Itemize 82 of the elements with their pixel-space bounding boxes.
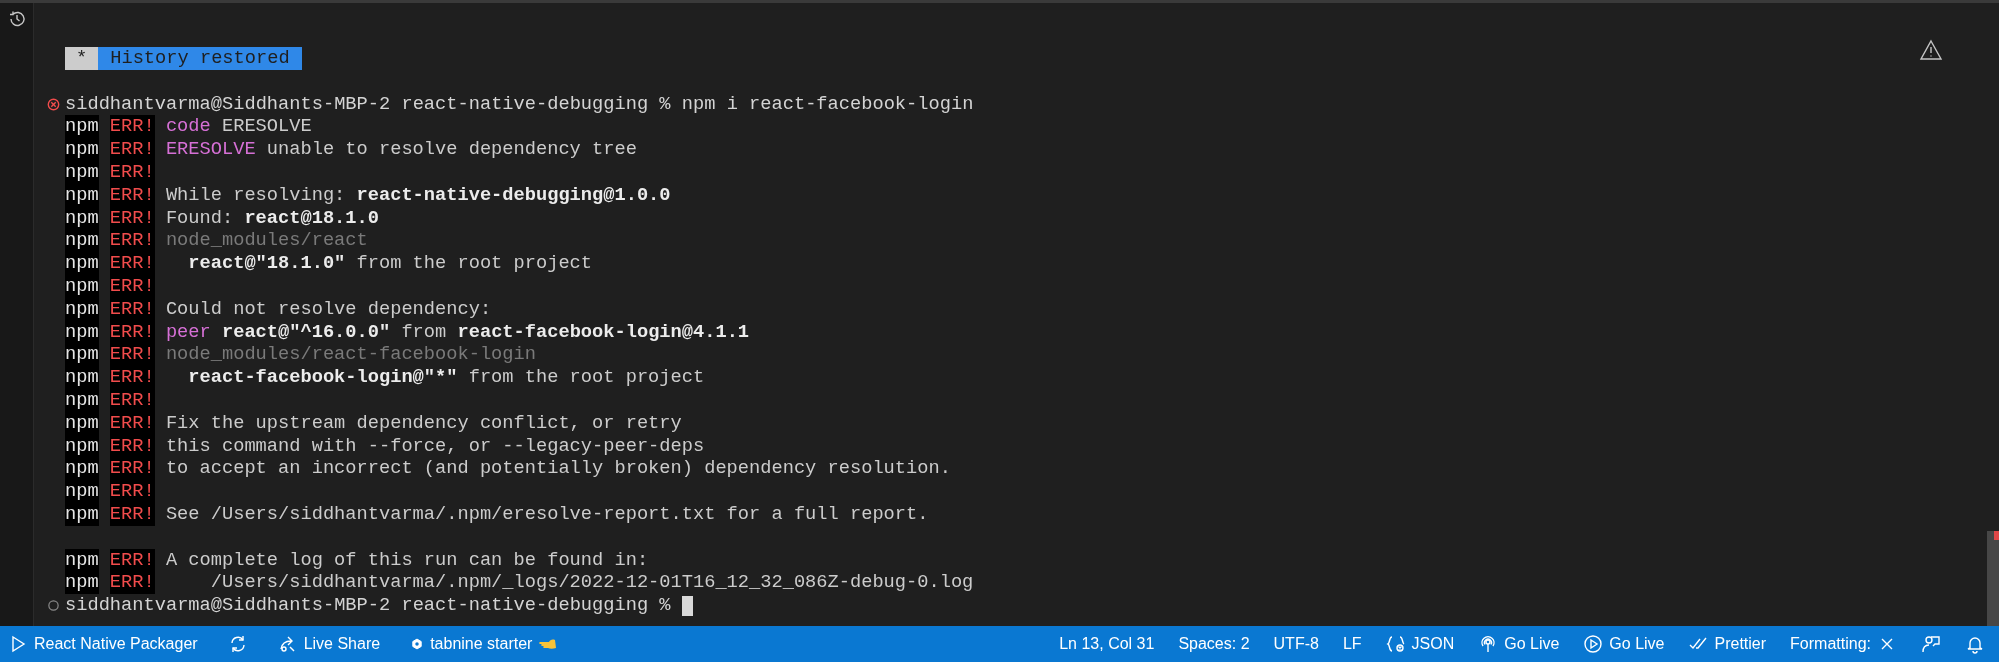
log-message: peer react@"^16.0.0" from react-facebook-login@4.1.1 bbox=[165, 320, 750, 344]
npm-label: npm bbox=[65, 343, 99, 367]
log-message: react-facebook-login@"*" from the root project bbox=[187, 366, 705, 389]
error-label: ERR! bbox=[109, 161, 155, 184]
npm-label: npm bbox=[65, 548, 99, 572]
error-label: ERR! bbox=[109, 434, 155, 458]
npm-label: npm bbox=[65, 274, 99, 298]
log-message: While resolving: react-native-debugging@1.0.0 bbox=[165, 183, 671, 207]
error-label: ERR! bbox=[109, 320, 155, 344]
command-prompt: siddhantvarma@Siddhants-MBP-2 react-native-debugging % bbox=[65, 594, 672, 617]
warning-icon[interactable] bbox=[1919, 39, 1943, 61]
npm-label: npm bbox=[65, 571, 99, 595]
log-message: Found: react@18.1.0 bbox=[165, 206, 379, 230]
error-label: ERR! bbox=[109, 480, 155, 503]
circle-icon bbox=[47, 599, 60, 613]
npm-label: npm bbox=[65, 297, 99, 321]
error-label: ERR! bbox=[109, 457, 155, 481]
npm-label: npm bbox=[65, 411, 99, 435]
log-message: A complete log of this run can be found in: bbox=[165, 548, 649, 572]
error-label: ERR! bbox=[109, 388, 155, 412]
error-icon bbox=[47, 97, 60, 111]
error-label: ERR! bbox=[109, 274, 155, 298]
log-message: to accept an incorrect (and potentially broken) dependency resolution. bbox=[165, 457, 951, 481]
npm-label: npm bbox=[65, 457, 99, 481]
error-label: ERR! bbox=[109, 138, 155, 161]
status-item[interactable]: Prettier bbox=[1684, 626, 1771, 662]
error-label: ERR! bbox=[109, 571, 155, 595]
hexagon-icon bbox=[410, 637, 425, 651]
status-item[interactable]: Formatting: bbox=[1786, 626, 1901, 662]
npm-label: npm bbox=[65, 320, 99, 344]
error-label: ERR! bbox=[109, 297, 155, 321]
npm-label: npm bbox=[65, 366, 99, 389]
error-label: ERR! bbox=[109, 343, 155, 367]
npm-label: npm bbox=[65, 229, 99, 253]
log-message: See /Users/siddhantvarma/.npm/eresolve-report.txt for a full report. bbox=[165, 502, 929, 526]
error-label: ERR! bbox=[109, 206, 155, 230]
npm-label: npm bbox=[65, 206, 99, 230]
npm-label: npm bbox=[65, 183, 99, 207]
status-item[interactable]: UTF-8 bbox=[1269, 626, 1323, 662]
log-message: this command with --force, or --legacy-peer-deps bbox=[165, 434, 705, 458]
error-marker bbox=[1994, 531, 1999, 540]
npm-label: npm bbox=[65, 252, 99, 275]
status-item[interactable]: Go Live bbox=[1474, 626, 1564, 662]
history-banner: History restored bbox=[98, 47, 302, 70]
error-label: ERR! bbox=[109, 411, 155, 435]
error-label: ERR! bbox=[109, 252, 155, 275]
npm-label: npm bbox=[65, 115, 99, 139]
log-message: Fix the upstream dependency conflict, or retry bbox=[165, 411, 682, 435]
bell-icon bbox=[1965, 634, 1985, 654]
status-item[interactable]: Ln 13, Col 31 bbox=[1055, 626, 1159, 662]
npm-label: npm bbox=[65, 138, 99, 161]
error-label: ERR! bbox=[109, 366, 155, 389]
play-circle-icon bbox=[1583, 634, 1604, 654]
error-label: ERR! bbox=[109, 229, 155, 253]
scrollbar-thumb[interactable] bbox=[1987, 531, 1999, 626]
status-item[interactable]: Go Live bbox=[1579, 626, 1669, 662]
log-message: /Users/siddhantvarma/.npm/_logs/2022-12-01T16_12_32_086Z-debug-0.log bbox=[209, 571, 974, 595]
braces-icon bbox=[1385, 634, 1406, 654]
status-item[interactable]: React Native Packager bbox=[4, 626, 202, 662]
npm-label: npm bbox=[65, 161, 99, 184]
error-label: ERR! bbox=[109, 115, 155, 139]
log-message: code ERESOLVE bbox=[165, 115, 312, 139]
npm-label: npm bbox=[65, 434, 99, 458]
npm-label: npm bbox=[65, 502, 99, 526]
status-item[interactable]: LF bbox=[1338, 626, 1366, 662]
error-label: ERR! bbox=[109, 502, 155, 526]
status-item[interactable]: Spaces: 2 bbox=[1174, 626, 1254, 662]
status-item[interactable]: Live Share bbox=[273, 626, 385, 662]
log-message: ERESOLVE unable to resolve dependency tree bbox=[165, 138, 637, 161]
log-message: node_modules/react bbox=[165, 229, 368, 253]
banner-mark: * bbox=[65, 47, 99, 70]
command-prompt: siddhantvarma@Siddhants-MBP-2 react-native-debugging % npm i react-facebook-login bbox=[65, 92, 974, 116]
log-message: Could not resolve dependency: bbox=[165, 297, 492, 321]
status-item[interactable]: tabnine starter bbox=[406, 626, 563, 662]
log-message: node_modules/react-facebook-login bbox=[165, 343, 536, 367]
error-label: ERR! bbox=[109, 183, 155, 207]
error-label: ERR! bbox=[109, 548, 155, 572]
npm-label: npm bbox=[65, 388, 99, 412]
log-message: react@"18.1.0" from the root project bbox=[187, 252, 593, 275]
status-item[interactable]: JSON bbox=[1381, 626, 1459, 662]
feedback-icon bbox=[1921, 634, 1941, 654]
npm-label: npm bbox=[65, 480, 99, 503]
